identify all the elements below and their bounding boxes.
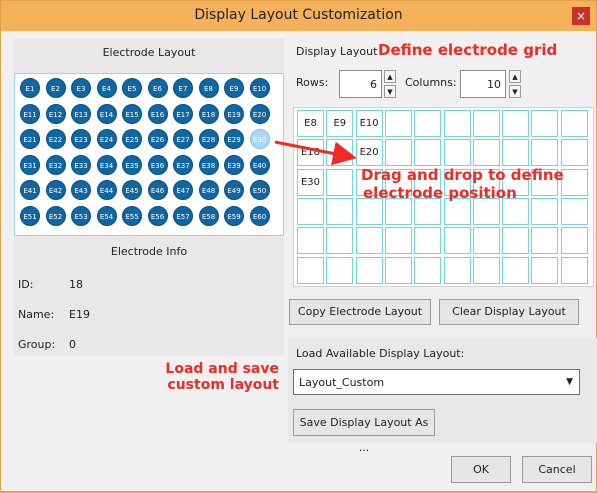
chevron-down-icon: ▼ xyxy=(566,377,573,387)
layout-select-value: Layout_Custom xyxy=(299,376,385,389)
layout-select[interactable]: Layout_Custom ▼ xyxy=(293,369,580,395)
clear-display-layout-button[interactable]: Clear Display Layout xyxy=(439,299,579,325)
load-layout-label: Load Available Display Layout: xyxy=(296,347,465,360)
copy-electrode-layout-button[interactable]: Copy Electrode Layout xyxy=(289,299,431,325)
ok-button[interactable]: OK xyxy=(451,456,511,483)
dialog-window: Display Layout Customization × Electrode… xyxy=(0,0,597,492)
save-display-layout-button[interactable]: Save Display Layout As ... xyxy=(293,409,435,454)
cancel-button[interactable]: Cancel xyxy=(522,456,592,483)
